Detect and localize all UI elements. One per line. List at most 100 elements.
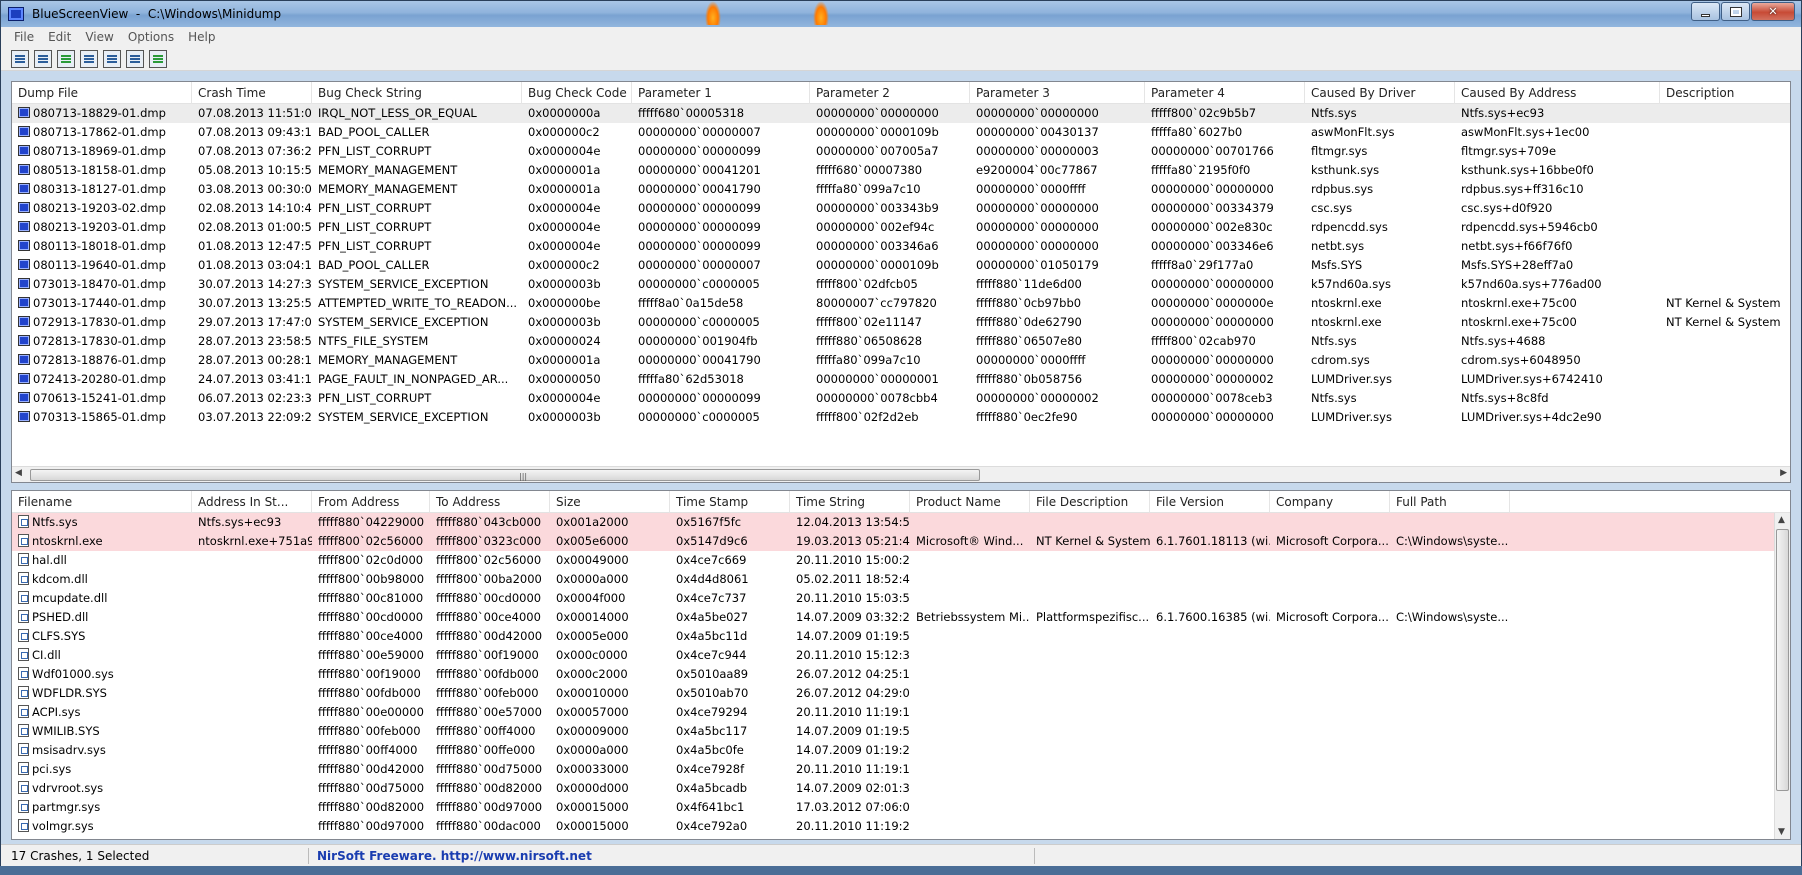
column-header-address-in-stack[interactable]: Address In St...: [192, 491, 312, 513]
find-icon[interactable]: [126, 49, 144, 68]
close-button[interactable]: ✕: [1751, 2, 1795, 21]
table-row[interactable]: 080713-18829-01.dmp 07.08.2013 11:51:08 IR…: [12, 104, 1790, 123]
scroll-left-icon[interactable]: ◀: [15, 468, 22, 478]
scroll-right-icon[interactable]: ▶: [1780, 468, 1787, 478]
vertical-scrollbar[interactable]: ▲ ▼: [1774, 513, 1790, 839]
cell-parameter-2: 00000000`003343b9: [810, 199, 970, 218]
table-row[interactable]: Wdf01000.sys fffff880`00f19000 fffff880`00…: [12, 665, 1790, 684]
table-row[interactable]: Ntfs.sys Ntfs.sys+ec93 fffff880`04229000 ff…: [12, 513, 1790, 532]
table-row[interactable]: 072913-17830-01.dmp 29.07.2013 17:47:04 SY…: [12, 313, 1790, 332]
column-header-crash-time[interactable]: Crash Time: [192, 82, 312, 104]
horizontal-scrollbar[interactable]: ◀ ||| ▶: [12, 466, 1790, 482]
scroll-up-icon[interactable]: ▲: [1778, 515, 1785, 525]
cell-text: fffff800`02dfcb05: [816, 277, 918, 291]
menu-help[interactable]: Help: [181, 30, 222, 44]
table-row[interactable]: ntoskrnl.exe ntoskrnl.exe+751a9 fffff800`0…: [12, 532, 1790, 551]
scroll-down-icon[interactable]: ▼: [1778, 827, 1785, 837]
table-row[interactable]: kdcom.dll fffff800`00b98000 fffff800`00ba2…: [12, 570, 1790, 589]
table-row[interactable]: 080113-18018-01.dmp 01.08.2013 12:47:51 PF…: [12, 237, 1790, 256]
column-header-file-description[interactable]: File Description: [1030, 491, 1150, 513]
table-row[interactable]: 073013-18470-01.dmp 30.07.2013 14:27:38 SY…: [12, 275, 1790, 294]
menu-options[interactable]: Options: [121, 30, 181, 44]
cell-size: 0x0000d000: [550, 779, 670, 798]
table-row[interactable]: 070613-15241-01.dmp 06.07.2013 02:23:31 PF…: [12, 389, 1790, 408]
table-row[interactable]: partmgr.sys fffff880`00d82000 fffff880`00d…: [12, 798, 1790, 817]
crash-list[interactable]: Dump File Crash Time Bug Check String Bug C…: [11, 81, 1791, 483]
column-header-file-description[interactable]: Description: [1660, 82, 1790, 104]
column-header-caused-by-address[interactable]: Caused By Address: [1455, 82, 1660, 104]
table-row[interactable]: 080713-18969-01.dmp 07.08.2013 07:36:20 PF…: [12, 142, 1790, 161]
table-row[interactable]: 070313-15865-01.dmp 03.07.2013 22:09:29 SY…: [12, 408, 1790, 427]
column-header-from-address[interactable]: From Address: [312, 491, 430, 513]
column-header-filename[interactable]: Filename: [12, 491, 192, 513]
refresh-icon[interactable]: [57, 49, 75, 68]
cell-time-stamp: 0x4ce79294: [670, 703, 790, 722]
title-bar[interactable]: BlueScreenView - C:\Windows\Minidump ✕: [1, 1, 1801, 27]
cell-text: 073013-18470-01.dmp: [33, 277, 166, 291]
cell-parameter-2: 80000007`cc797820: [810, 294, 970, 313]
table-row[interactable]: vdrvroot.sys fffff880`00d75000 fffff880`00…: [12, 779, 1790, 798]
column-header-bug-check-string[interactable]: Bug Check String: [312, 82, 522, 104]
scroll-thumb[interactable]: |||: [30, 469, 980, 481]
column-header-to-address[interactable]: To Address: [430, 491, 550, 513]
table-row[interactable]: 080213-19203-01.dmp 02.08.2013 01:00:55 PF…: [12, 218, 1790, 237]
cell-text: 080713-18969-01.dmp: [33, 144, 166, 158]
column-header-parameter-2[interactable]: Parameter 2: [810, 82, 970, 104]
table-row[interactable]: 080713-17862-01.dmp 07.08.2013 09:43:13 BA…: [12, 123, 1790, 142]
cell-time-string: 14.07.2009 01:19:51: [790, 722, 910, 741]
table-row[interactable]: WMILIB.SYS fffff880`00feb000 fffff880`00ff…: [12, 722, 1790, 741]
properties-icon[interactable]: [11, 49, 29, 68]
column-header-bug-check-code[interactable]: Bug Check Code: [522, 82, 632, 104]
table-row[interactable]: hal.dll fffff800`02c0d000 fffff800`02c5600…: [12, 551, 1790, 570]
table-row[interactable]: CLFS.SYS fffff880`00ce4000 fffff880`00d420…: [12, 627, 1790, 646]
driver-list[interactable]: Filename Address In St... From Address To A…: [11, 490, 1791, 840]
save-icon[interactable]: [34, 49, 52, 68]
cell-file-version: [1150, 646, 1270, 665]
cell-text: netbt.sys: [1311, 239, 1365, 253]
scroll-thumb[interactable]: [1776, 529, 1789, 791]
cell-text: Ntfs.sys: [1311, 106, 1357, 120]
cell-text: fffff880`00d75000: [318, 781, 425, 795]
column-header-full-path[interactable]: Full Path: [1390, 491, 1510, 513]
cell-text: Microsoft® Wind...: [916, 534, 1024, 548]
menu-edit[interactable]: Edit: [41, 30, 78, 44]
column-header-parameter-4[interactable]: Parameter 4: [1145, 82, 1305, 104]
column-header-caused-by-driver[interactable]: Caused By Driver: [1305, 82, 1455, 104]
table-row[interactable]: msisadrv.sys fffff880`00ff4000 fffff880`00…: [12, 741, 1790, 760]
column-header-size[interactable]: Size: [550, 491, 670, 513]
cell-text: 0x00033000: [556, 762, 629, 776]
nirsoft-link[interactable]: NirSoft Freeware. http://www.nirsoft.net: [313, 848, 1035, 864]
copy-icon[interactable]: [80, 49, 98, 68]
cell-text: 072413-20280-01.dmp: [33, 372, 166, 386]
table-row[interactable]: 080113-19640-01.dmp 01.08.2013 03:04:16 BA…: [12, 256, 1790, 275]
column-header-product-name[interactable]: Product Name: [910, 491, 1030, 513]
menu-file[interactable]: File: [7, 30, 41, 44]
column-header-file-version[interactable]: File Version: [1150, 491, 1270, 513]
table-row[interactable]: ACPI.sys fffff880`00e00000 fffff880`00e570…: [12, 703, 1790, 722]
table-row[interactable]: WDFLDR.SYS fffff880`00fdb000 fffff880`00fe…: [12, 684, 1790, 703]
table-row[interactable]: PSHED.dll fffff880`00cd0000 fffff880`00ce4…: [12, 608, 1790, 627]
table-row[interactable]: 072413-20280-01.dmp 24.07.2013 03:41:13 PA…: [12, 370, 1790, 389]
copy-html-icon[interactable]: [103, 49, 121, 68]
exit-icon[interactable]: [149, 49, 167, 68]
maximize-button[interactable]: [1721, 2, 1750, 21]
table-row[interactable]: pci.sys fffff880`00d42000 fffff880`00d7500…: [12, 760, 1790, 779]
column-header-parameter-3[interactable]: Parameter 3: [970, 82, 1145, 104]
column-header-company[interactable]: Company: [1270, 491, 1390, 513]
table-row[interactable]: 080513-18158-01.dmp 05.08.2013 10:15:58 ME…: [12, 161, 1790, 180]
column-header-dump-file[interactable]: Dump File: [12, 82, 192, 104]
table-row[interactable]: 072813-18876-01.dmp 28.07.2013 00:28:14 ME…: [12, 351, 1790, 370]
table-row[interactable]: 073013-17440-01.dmp 30.07.2013 13:25:55 AT…: [12, 294, 1790, 313]
table-row[interactable]: CI.dll fffff880`00e59000 fffff880`00f19000…: [12, 646, 1790, 665]
minimize-button[interactable]: [1691, 2, 1720, 21]
table-row[interactable]: volmgr.sys fffff880`00d97000 fffff880`00da…: [12, 817, 1790, 836]
column-header-time-stamp[interactable]: Time Stamp: [670, 491, 790, 513]
menu-view[interactable]: View: [78, 30, 120, 44]
table-row[interactable]: 080313-18127-01.dmp 03.08.2013 00:30:05 ME…: [12, 180, 1790, 199]
table-row[interactable]: 072813-17830-01.dmp 28.07.2013 23:58:53 NT…: [12, 332, 1790, 351]
cell-file-description: [1030, 722, 1150, 741]
column-header-parameter-1[interactable]: Parameter 1: [632, 82, 810, 104]
table-row[interactable]: 080213-19203-02.dmp 02.08.2013 14:10:49 PF…: [12, 199, 1790, 218]
column-header-time-string[interactable]: Time String: [790, 491, 910, 513]
table-row[interactable]: mcupdate.dll fffff880`00c81000 fffff880`00…: [12, 589, 1790, 608]
